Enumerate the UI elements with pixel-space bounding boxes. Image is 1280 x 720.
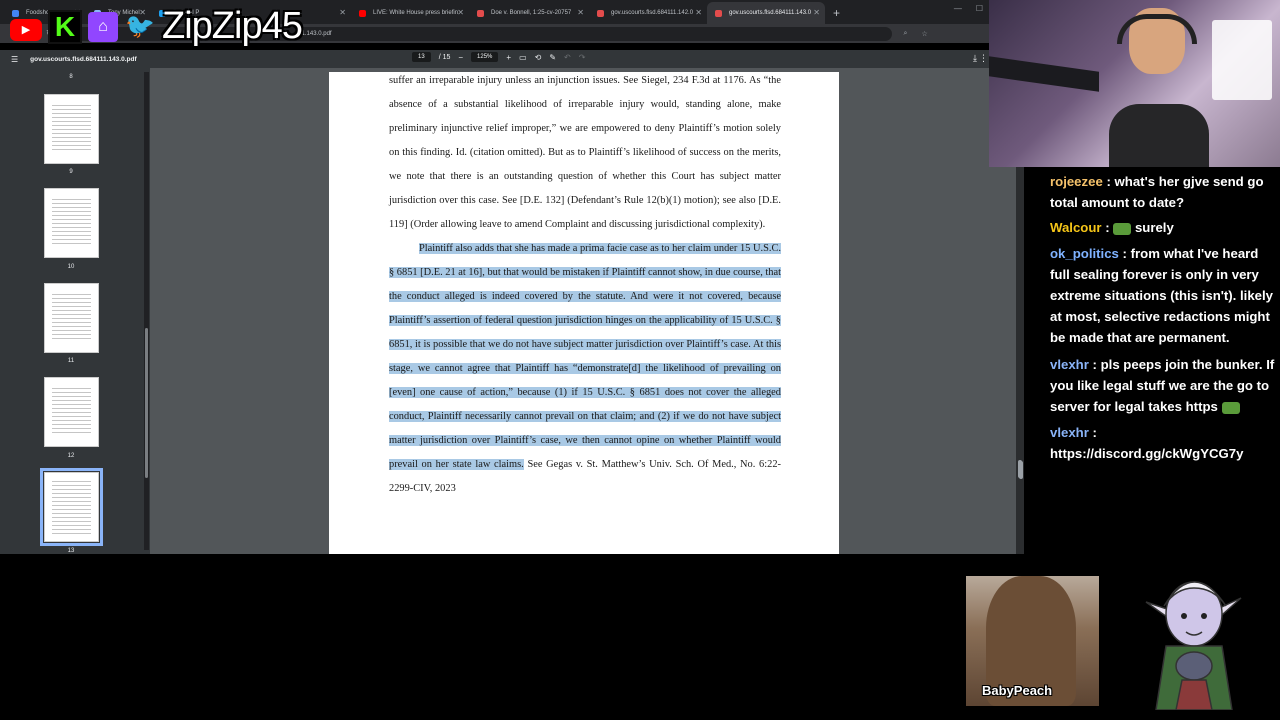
chat-username: vlexhr [1050,425,1089,440]
pdf-page: suffer an irreparable injury unless an i… [329,72,839,554]
shelf-image [1212,20,1272,100]
close-icon[interactable]: ✕ [577,8,584,17]
chat-username: vlexhr [1050,357,1089,372]
annotate-icon[interactable]: ✎ [549,53,556,62]
paragraph-1: suffer an irreparable injury unless an i… [389,75,781,230]
paragraph-2: Plaintiff also adds that she has made a … [389,237,781,501]
thumbnail-page-number: 9 [69,169,73,175]
guest-name-label: BabyPeach [982,683,1053,698]
rotate-icon[interactable]: ⟲ [535,53,542,62]
page-thumbnail[interactable] [44,283,99,353]
close-icon[interactable]: ✕ [457,8,464,17]
stream-screen: Foodshops✕ Tony Michel✕ Political P✕ LIV… [0,0,1280,720]
streamer-figure [1109,8,1209,167]
chat-message: ok_politics : from what I've heard full … [1050,246,1273,345]
highlighted-text-selection[interactable]: Plaintiff also adds that she has made a … [389,243,781,470]
youtube-logo-icon: ▶ [10,18,42,41]
thumbnail-page-number: 8 [69,74,73,80]
chat-scroll-indicator [1019,461,1023,479]
pdf-toolbar: ☰ gov.uscourts.flsd.684111.143.0.pdf 13 … [0,50,989,68]
streamer-handle: ZipZip45 [162,5,303,47]
page-total: / 15 [438,53,451,61]
undo-icon[interactable]: ↶ [564,53,571,62]
emote-icon [1221,401,1240,414]
headset-icon [1117,14,1197,44]
chat-username: rojeezee [1050,174,1103,189]
close-icon[interactable]: ✕ [339,8,346,17]
chat-username: Walcour [1050,220,1102,235]
zoom-out-button[interactable]: − [458,53,463,62]
thumbnail-page-number: 11 [67,358,75,364]
pdf-document-view: suffer an irreparable injury unless an i… [150,68,1024,554]
keyboard-image [989,56,1099,92]
hamburger-menu-icon[interactable]: ☰ [11,55,18,64]
tab-favicon-icon [359,10,366,17]
browser-tab-active[interactable]: gov.uscourts.flsd.684111.143.0 ✕ [707,2,825,24]
zoom-level[interactable]: 125% [471,52,499,62]
page-thumbnail[interactable] [44,188,99,258]
twitch-logo-icon: ⌂ [88,11,118,42]
chat-message: vlexhr : pls peeps join the bunker. If y… [1050,357,1275,414]
page-thumbnail[interactable] [44,94,99,164]
close-icon[interactable]: ✕ [695,8,702,17]
chat-text: surely [1134,220,1174,235]
elf-vtuber-avatar [1145,581,1242,710]
thumbnail-page-number: 13 [67,548,75,554]
address-bar-icons: ⌕ ☆ [904,30,928,38]
new-tab-button[interactable]: + [825,2,848,24]
kick-logo-icon: K [48,9,82,44]
fit-page-icon[interactable]: ▭ [519,53,527,62]
page-thumbnail[interactable] [44,377,99,447]
streamer-webcam [989,0,1280,167]
maximize-icon[interactable]: ☐ [976,4,983,13]
tab-favicon-icon [597,10,604,17]
chat-username: ok_politics [1050,246,1119,261]
thumbnail-scrollbar[interactable] [144,72,149,550]
scrollbar-thumb[interactable] [145,328,148,478]
page-text: suffer an irreparable injury unless an i… [389,72,781,501]
tab-favicon-icon [715,10,722,17]
chat-link[interactable]: https://discord.gg/ckWgYCG7y [1050,446,1243,461]
chat-message: Walcour : surely [1050,220,1174,235]
twitter-bird-icon: 🐦 [125,13,155,40]
tab-favicon-icon [477,10,484,17]
pdf-controls: 13 / 15 − 125% + ▭ ⟲ ✎ ↶ ↷ [412,52,585,62]
chat-message: vlexhr : https://discord.gg/ckWgYCG7y [1050,425,1244,461]
redo-icon[interactable]: ↷ [579,53,586,62]
close-icon[interactable]: ✕ [813,8,820,17]
thumbnail-page-number: 10 [67,264,75,270]
minimize-icon[interactable]: — [954,4,962,13]
page-thumbnail-selected[interactable] [40,468,103,546]
browser-tab[interactable]: Doe v. Bonnell, 1:25-cv-20757 ✕ [469,2,589,24]
bookmark-star-icon[interactable]: ☆ [921,30,927,38]
pdf-title: gov.uscourts.flsd.684111.143.0.pdf [30,55,137,63]
guest-webcam: BabyPeach [966,576,1099,706]
window-controls: — ☐ [954,4,983,13]
download-icon[interactable]: ⤓ [973,53,977,64]
chat-message: rojeezee : what's her gjve send go total… [1050,174,1264,210]
zoom-icon[interactable]: ⌕ [904,30,908,38]
thumbnail-page-number: 12 [67,453,75,459]
browser-tab[interactable]: LIVE: White House press briefin ✕ [351,2,469,24]
browser-tab[interactable]: gov.uscourts.flsd.684111.142.0 ✕ [589,2,707,24]
thumbnail-sidebar: 8 9 10 11 12 13 [0,68,150,554]
stream-brand-overlay: ▶ K ⌂ 🐦 ZipZip45 [10,5,303,48]
page-number-input[interactable]: 13 [412,52,431,62]
zoom-in-button[interactable]: + [506,53,511,62]
chat-overlay: rojeezee : what's her gjve send go total… [1024,167,1280,467]
emote-icon [1113,222,1132,235]
more-options-icon[interactable]: ⋮ [979,53,988,64]
